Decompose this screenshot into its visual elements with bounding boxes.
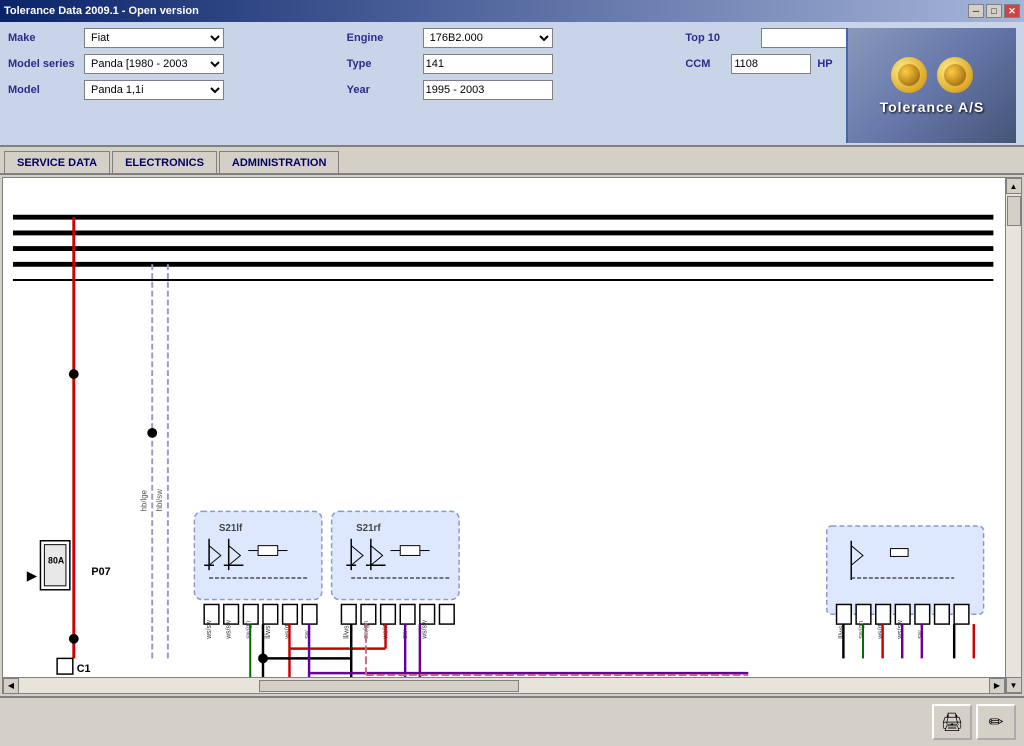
wiring-diagram: 80A P07 ▶ C1 hb/lge hbl/sw S21lf xyxy=(3,178,1022,678)
scroll-thumb-vertical[interactable] xyxy=(1007,196,1021,226)
logo-circles xyxy=(891,57,973,93)
logo-area: Tolerance A/S xyxy=(846,28,1016,143)
svg-text:P07: P07 xyxy=(91,566,110,578)
print-icon: 🖨 xyxy=(941,712,964,733)
scroll-right-button[interactable]: ▶ xyxy=(989,678,1005,694)
title-bar: Tolerance Data 2009.1 - Open version ─ □… xyxy=(0,0,1024,22)
vertical-scrollbar[interactable]: ▲ ▼ xyxy=(1005,178,1021,693)
minimize-button[interactable]: ─ xyxy=(968,4,984,18)
header-mid: Engine 176B2.000 Type Year xyxy=(347,28,678,139)
engine-select[interactable]: 176B2.000 xyxy=(423,28,553,48)
header-left: Make Fiat Model series Panda [1980 - 200… xyxy=(8,28,339,139)
scroll-thumb-horizontal[interactable] xyxy=(259,680,519,692)
type-row: Type xyxy=(347,54,678,74)
print-button[interactable]: 🖨 xyxy=(932,704,972,740)
logo-circle-right xyxy=(937,57,973,93)
close-button[interactable]: ✕ xyxy=(1004,4,1020,18)
model-select[interactable]: Panda 1,1i xyxy=(84,80,224,100)
model-series-row: Model series Panda [1980 - 2003 xyxy=(8,54,339,74)
edit-icon: ✏ xyxy=(988,712,1003,733)
scroll-track-vertical[interactable] xyxy=(1006,194,1021,677)
type-label: Type xyxy=(347,58,417,70)
model-series-select[interactable]: Panda [1980 - 2003 xyxy=(84,54,224,74)
svg-text:80A: 80A xyxy=(48,555,65,565)
year-input[interactable] xyxy=(423,80,553,100)
svg-text:ll/ws: ll/ws xyxy=(343,625,350,639)
logo-circle-inner-right xyxy=(944,64,966,86)
svg-text:S21lf: S21lf xyxy=(219,523,243,534)
logo-text: Tolerance A/S xyxy=(880,99,985,115)
make-row: Make Fiat xyxy=(8,28,339,48)
model-series-label: Model series xyxy=(8,58,78,70)
make-select[interactable]: Fiat xyxy=(84,28,224,48)
engine-label: Engine xyxy=(347,32,417,44)
ccm-input[interactable] xyxy=(731,54,811,74)
svg-text:ws/sw: ws/sw xyxy=(206,620,213,640)
year-row: Year xyxy=(347,80,678,100)
make-label: Make xyxy=(8,32,78,44)
header-panel: Make Fiat Model series Panda [1980 - 200… xyxy=(0,22,1024,147)
main-content: 80A P07 ▶ C1 hb/lge hbl/sw S21lf xyxy=(2,177,1022,694)
tab-electronics[interactable]: ELECTRONICS xyxy=(112,151,217,173)
svg-text:hb/lge: hb/lge xyxy=(139,490,148,511)
engine-row: Engine 176B2.000 xyxy=(347,28,678,48)
title-bar-controls: ─ □ ✕ xyxy=(968,4,1020,18)
logo-circle-left xyxy=(891,57,927,93)
scroll-track-horizontal[interactable] xyxy=(19,678,989,693)
svg-text:hbl/sw: hbl/sw xyxy=(155,489,164,512)
svg-text:C1: C1 xyxy=(77,663,91,675)
horizontal-scrollbar[interactable]: ◀ ▶ xyxy=(3,677,1005,693)
ccm-label: CCM xyxy=(685,58,725,70)
scroll-left-button[interactable]: ◀ xyxy=(3,678,19,694)
edit-button[interactable]: ✏ xyxy=(976,704,1016,740)
title-text: Tolerance Data 2009.1 - Open version xyxy=(4,5,199,17)
tab-service-data[interactable]: SERVICE DATA xyxy=(4,151,110,173)
nav-tabs: SERVICE DATA ELECTRONICS ADMINISTRATION xyxy=(0,147,1024,175)
type-input[interactable] xyxy=(423,54,553,74)
svg-text:ws/sw: ws/sw xyxy=(422,620,429,640)
top10-label: Top 10 xyxy=(685,32,755,44)
svg-text:ws/sw: ws/sw xyxy=(226,620,233,640)
model-row: Model Panda 1,1i xyxy=(8,80,339,100)
scroll-up-button[interactable]: ▲ xyxy=(1006,178,1022,194)
header-right: Top 10 CCM HP Tolerance A/S xyxy=(685,28,1016,139)
logo-circle-inner-left xyxy=(898,64,920,86)
svg-text:S21rf: S21rf xyxy=(356,523,381,534)
svg-text:▶: ▶ xyxy=(27,568,38,583)
year-label: Year xyxy=(347,84,417,96)
maximize-button[interactable]: □ xyxy=(986,4,1002,18)
scroll-down-button[interactable]: ▼ xyxy=(1006,677,1022,693)
bottom-bar: 🖨 ✏ xyxy=(0,696,1024,746)
tab-administration[interactable]: ADMINISTRATION xyxy=(219,151,340,173)
svg-text:ll/ws: ll/ws xyxy=(265,625,272,639)
model-label: Model xyxy=(8,84,78,96)
